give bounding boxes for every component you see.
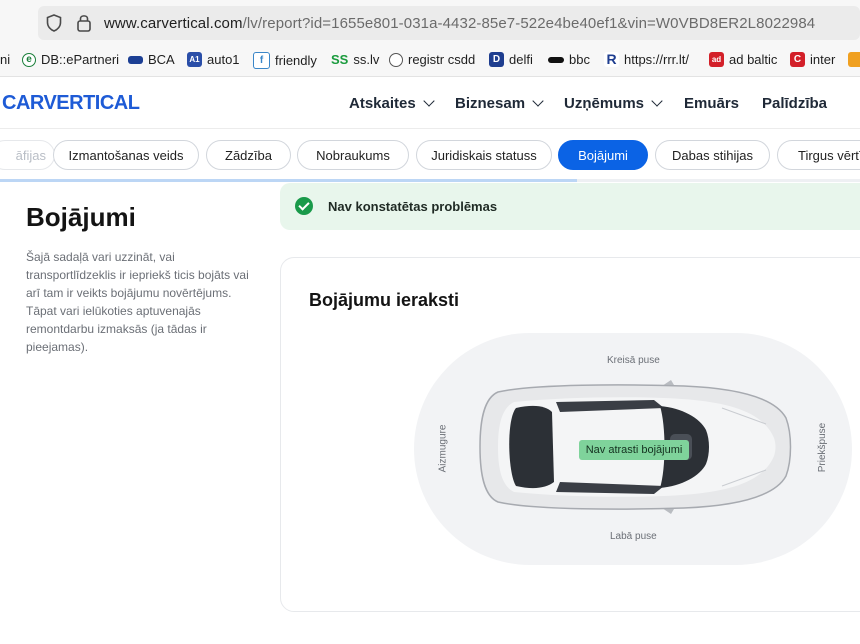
chevron-down-icon <box>532 95 544 107</box>
bookmark-auto1[interactable]: A1 auto1 <box>187 52 240 67</box>
bookmark-bca[interactable]: BCA <box>128 52 175 67</box>
tab-nobraukums[interactable]: Nobraukums <box>297 140 409 170</box>
nav-emuars[interactable]: Emuārs <box>684 95 739 112</box>
bookmark-ss-lv[interactable]: SS ss.lv <box>331 52 379 67</box>
label-left-side: Kreisā puse <box>607 355 660 366</box>
folder-icon <box>848 52 860 67</box>
section-description: Šajā sadaļā vari uzzināt, vai transportl… <box>26 250 249 354</box>
bookmark-registr-csdd[interactable]: registr csdd <box>389 52 475 67</box>
status-text: Nav konstatētas problēmas <box>328 199 498 214</box>
tab-zadziba[interactable]: Zādzība <box>206 140 291 170</box>
nav-uznemums[interactable]: Uzņēmums <box>564 95 663 112</box>
tab-tirgus-vertiba[interactable]: Tirgus vērtīb <box>777 140 860 170</box>
bookmark-delfi[interactable]: Ddelfi <box>489 52 533 67</box>
chevron-down-icon <box>651 95 663 107</box>
no-damage-badge: Nav atrasti bojājumi <box>579 440 689 460</box>
browser-toolbar: www.carvertical.com/lv/report?id=1655e80… <box>0 0 860 46</box>
globe-icon <box>389 52 403 67</box>
bookmark-inter[interactable]: Cinter <box>790 52 835 67</box>
header-divider <box>0 128 860 129</box>
section-title: Bojājumi <box>26 202 136 232</box>
nav-atskaites[interactable]: Atskaites <box>349 95 435 112</box>
bca-icon <box>128 55 143 64</box>
chevron-down-icon <box>423 95 435 107</box>
carvertical-logo[interactable]: CARVERTICAL <box>2 92 140 115</box>
scroll-progress-fill <box>0 179 577 182</box>
adbaltic-icon: ad <box>709 52 724 67</box>
delfi-icon: D <box>489 52 504 67</box>
check-circle-icon <box>295 197 313 215</box>
tab-juridiskais-statuss[interactable]: Juridiskais statuss <box>416 140 552 170</box>
bookmark-friendly[interactable]: f friendly <box>253 52 317 69</box>
bookmark-ni[interactable]: ni <box>0 52 10 67</box>
damage-card-title: Bojājumu ieraksti <box>309 290 460 310</box>
nav-palidziba[interactable]: Palīdzība <box>762 95 827 112</box>
nav-biznesam[interactable]: Biznesam <box>455 95 544 112</box>
inter-icon: C <box>790 52 805 67</box>
tab-grafijas[interactable]: āfijas <box>0 140 55 170</box>
db-icon: e <box>22 52 36 67</box>
bookmark-rrr[interactable]: Rhttps://rrr.lt/ <box>604 52 689 67</box>
bookmark-db-epartneri[interactable]: e DB::ePartneri <box>22 52 119 67</box>
tab-dabas-stihijas[interactable]: Dabas stihijas <box>655 140 770 170</box>
url-text[interactable]: www.carvertical.com/lv/report?id=1655e80… <box>104 15 815 32</box>
bbc-icon <box>548 56 564 63</box>
label-front: Priekšpuse <box>817 422 829 473</box>
ss-icon: SS <box>331 52 349 67</box>
bookmarks-bar: ni e DB::ePartneri BCA A1 auto1 f friendly … <box>0 46 860 77</box>
lock-icon[interactable] <box>76 13 92 32</box>
tab-bojajumi[interactable]: Bojājumi <box>558 140 648 170</box>
bookmark-overflow[interactable] <box>848 52 860 67</box>
label-rear: Aizmugure <box>437 424 449 473</box>
friendly-icon: f <box>253 52 270 69</box>
tab-izmantosanas-veids[interactable]: Izmantošanas veids <box>53 140 199 170</box>
label-right-side: Labā puse <box>610 531 657 542</box>
auto1-icon: A1 <box>187 52 202 67</box>
rrr-icon: R <box>604 52 619 67</box>
bookmark-bbc[interactable]: bbc <box>548 52 590 67</box>
shield-icon[interactable] <box>46 14 62 32</box>
bookmark-ad-baltic[interactable]: ad ad baltic <box>709 52 777 67</box>
rear-window <box>509 405 554 489</box>
